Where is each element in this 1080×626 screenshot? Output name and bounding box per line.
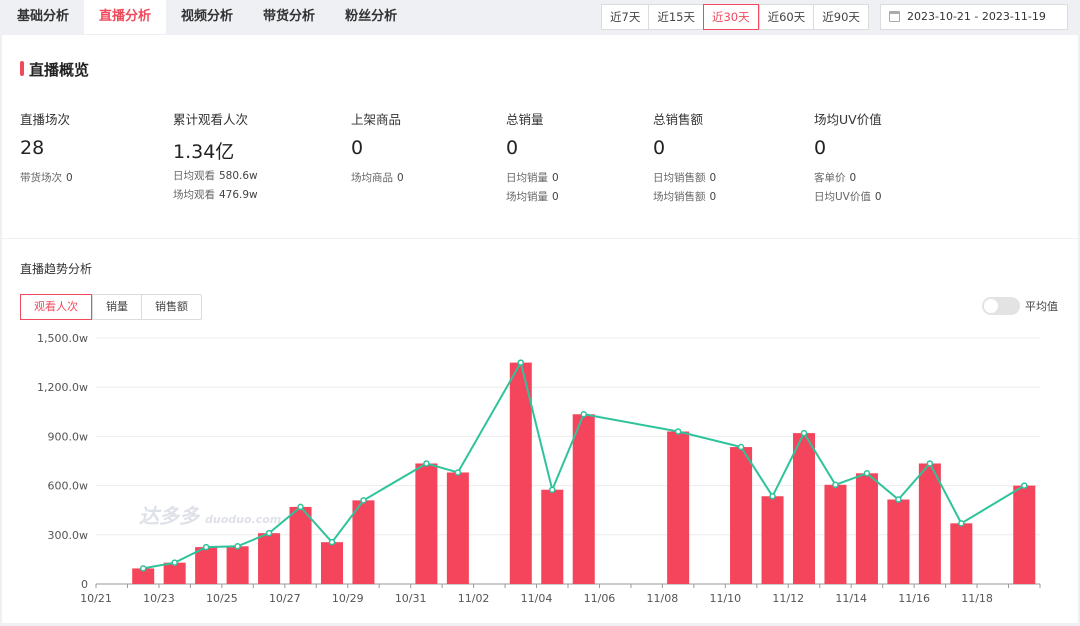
bar [446,472,469,584]
bar [855,473,878,584]
x-tick-label: 10/25 [206,592,238,605]
bar [352,500,375,584]
bar [258,533,281,584]
x-tick-label: 11/02 [458,592,490,605]
bar [887,499,910,584]
watermark: 达多多 duoduo.com [139,504,282,528]
line-point [265,529,273,537]
line-point [328,538,336,546]
x-tick-label: 10/21 [80,592,112,605]
line-point [171,559,178,566]
line-point [517,359,525,366]
y-tick-label: 300.0w [48,529,89,542]
x-tick-label: 10/27 [269,592,301,605]
line-point [139,565,147,572]
trend-chart: 0 300.0w 600.0w 900.0w 1,200.0w 1,500.0w 10/21… [37,332,1041,605]
line-point [769,493,776,500]
x-tick-label: 11/12 [772,592,804,605]
bar [1013,485,1036,584]
line-point [895,496,902,503]
y-tick-label: 1,200.0w [37,381,88,394]
bar [730,447,753,584]
bar [824,484,847,584]
y-tick-label: 1,500.0w [37,332,88,345]
bar [226,546,249,584]
bar [792,433,816,584]
x-tick-label: 10/23 [143,592,175,605]
line-point [423,460,430,467]
line-point [674,428,682,435]
line-point [958,520,965,527]
line-point [360,497,367,504]
x-tick-label: 11/06 [584,592,616,605]
line-point [234,543,241,550]
line-point [800,429,808,437]
bar [572,414,595,584]
bar [195,547,218,584]
x-tick-label: 11/08 [647,592,679,605]
line-point [549,486,556,493]
line-point [737,443,745,451]
y-tick-label: 0 [81,578,88,591]
x-tick-label: 11/04 [521,592,553,605]
line-point [832,481,839,489]
line-point [926,460,934,467]
x-tick-label: 10/31 [395,592,427,605]
bar [415,463,438,584]
line-point [454,469,462,476]
x-tick-label: 11/18 [961,592,993,605]
x-tick-label: 11/16 [898,592,930,605]
line-point [863,470,871,477]
line-point [202,543,210,551]
x-tick-label: 11/14 [835,592,867,605]
bar [320,542,344,584]
y-tick-label: 600.0w [48,480,89,493]
x-tick-label: 10/29 [332,592,364,605]
line-point [297,503,304,511]
bar [950,523,973,584]
line-point [580,411,587,418]
x-tick-label: 11/10 [709,592,741,605]
bar [918,463,941,584]
bar [761,496,784,584]
bar [289,506,312,584]
y-tick-label: 900.0w [48,430,89,443]
bar [541,489,564,584]
bar [667,431,690,584]
line-point [1021,482,1028,489]
